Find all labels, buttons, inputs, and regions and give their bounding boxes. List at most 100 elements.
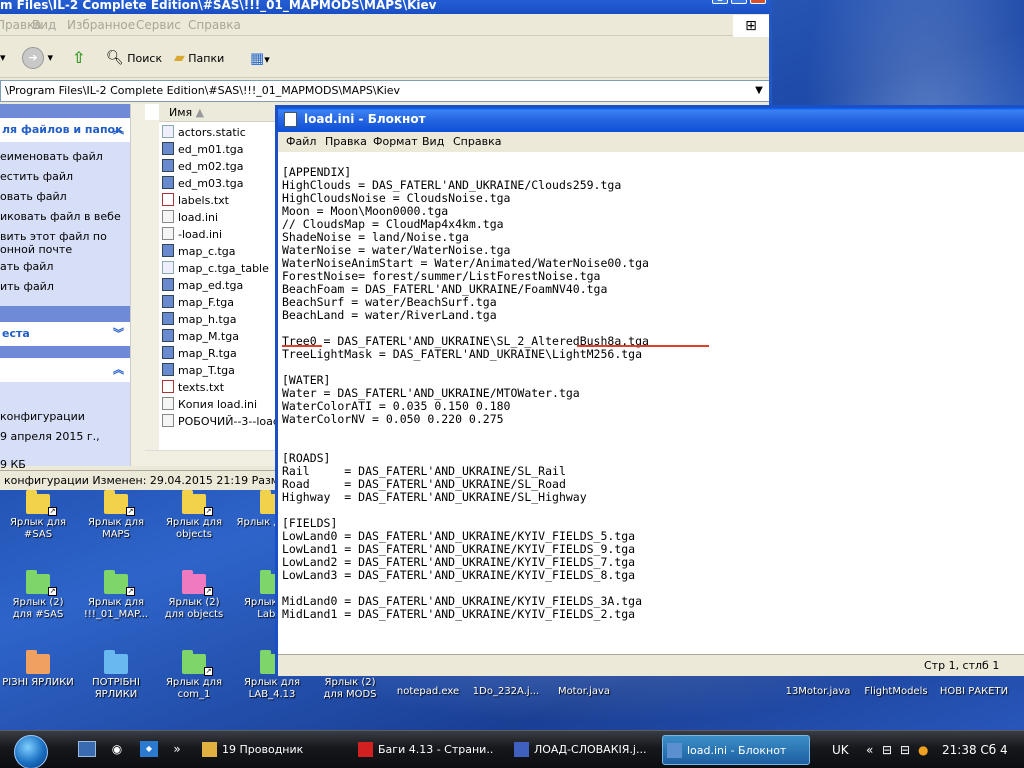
collapse-icon[interactable]: ︽ bbox=[113, 118, 124, 142]
browser-icon[interactable]: ◉ bbox=[108, 741, 126, 757]
power-icon[interactable]: ● bbox=[918, 735, 928, 765]
file-item[interactable]: ed_m01.tga bbox=[162, 142, 244, 158]
file-item[interactable]: Копия load.ini bbox=[162, 397, 257, 413]
file-item[interactable]: map_T.tga bbox=[162, 363, 235, 379]
details-date: 9 апреля 2015 г., bbox=[0, 430, 100, 443]
task-rename[interactable]: еименовать файл bbox=[0, 150, 103, 163]
other-places-header[interactable]: еста ︾ bbox=[0, 322, 130, 346]
views-button[interactable]: ▦▾ bbox=[250, 46, 270, 70]
menu-help[interactable]: Справка bbox=[188, 14, 241, 36]
search-button-label: Поиск bbox=[127, 52, 163, 65]
menu-view[interactable]: Вид bbox=[32, 14, 56, 36]
menu-help[interactable]: Справка bbox=[453, 132, 501, 152]
address-bar[interactable]: \Program Files\IL-2 Complete Edition\#SA… bbox=[0, 80, 769, 102]
file-item[interactable]: -load.ini bbox=[162, 227, 222, 243]
file-list-scrollbar[interactable] bbox=[145, 120, 159, 450]
chevron-down-icon[interactable]: ▼ bbox=[751, 81, 767, 101]
more-quicklaunch-icon[interactable]: » bbox=[168, 741, 186, 757]
desktop-icon[interactable]: ↗ Ярлык (2) для #SAS bbox=[2, 570, 74, 621]
folders-button[interactable]: ▰ Папки bbox=[174, 46, 224, 70]
menu-file[interactable]: Файл bbox=[286, 132, 316, 152]
start-button[interactable] bbox=[14, 735, 48, 768]
notepad-window[interactable]: load.ini - Блокнот Файл Правка Формат Ви… bbox=[275, 105, 1024, 676]
desktop-icon[interactable]: РІЗНІ ЯРЛИКИ bbox=[2, 650, 74, 689]
tray-expand-icon[interactable]: « bbox=[866, 735, 873, 765]
notepad-status-bar: Стр 1, стлб 1 bbox=[278, 654, 1024, 676]
task-move[interactable]: естить файл bbox=[0, 170, 73, 183]
desktop-icon[interactable]: НОВІ РАКЕТИ bbox=[938, 686, 1010, 698]
desktop-icon[interactable]: ↗ Ярлык для MAPS bbox=[80, 490, 152, 541]
task-pane-scrollbar[interactable] bbox=[130, 104, 145, 466]
task-delete[interactable]: ить файл bbox=[0, 280, 54, 293]
desktop-icon[interactable]: ↗ Ярлык для com_1 bbox=[158, 650, 230, 701]
desktop-icon[interactable]: ↗ Ярлык для #SAS bbox=[2, 490, 74, 541]
folder-icon: ↗ bbox=[104, 490, 135, 516]
clock[interactable]: 21:38 Сб 4 bbox=[942, 735, 1008, 765]
app-icon[interactable]: ◆ bbox=[140, 741, 158, 757]
menu-favorites[interactable]: Избранное bbox=[67, 14, 135, 36]
file-item[interactable]: map_c.tga_table bbox=[162, 261, 269, 277]
desktop-icon[interactable]: ↗ Ярлык для objects bbox=[158, 490, 230, 541]
file-item[interactable]: map_h.tga bbox=[162, 312, 236, 328]
collapse-icon[interactable]: ︽ bbox=[113, 358, 124, 382]
file-item[interactable]: actors.static bbox=[162, 125, 246, 141]
task-print[interactable]: ать файл bbox=[0, 260, 53, 273]
task-email-line2[interactable]: онной почте bbox=[0, 243, 72, 256]
file-list-hscrollbar[interactable] bbox=[145, 450, 275, 466]
app-icon bbox=[514, 742, 529, 757]
file-item[interactable]: map_F.tga bbox=[162, 295, 234, 311]
back-dropdown-icon[interactable]: ▾ bbox=[0, 46, 6, 70]
network-icon[interactable]: ⊟ bbox=[900, 735, 910, 765]
up-folder-icon[interactable]: ⇧ bbox=[72, 46, 85, 70]
menu-tools[interactable]: Сервис bbox=[136, 14, 181, 36]
desktop-icon[interactable]: Motor.java bbox=[548, 686, 620, 698]
expand-icon[interactable]: ︾ bbox=[113, 322, 124, 346]
shortcut-arrow-icon: ↗ bbox=[126, 507, 135, 516]
file-item[interactable]: load.ini bbox=[162, 210, 218, 226]
taskbar-button[interactable]: 19 Проводник bbox=[198, 735, 336, 765]
task-publish[interactable]: иковать файл в вебе bbox=[0, 210, 121, 223]
file-name: ed_m03.tga bbox=[178, 177, 244, 190]
network-icon[interactable]: ⊟ bbox=[882, 735, 892, 765]
menu-view[interactable]: Вид bbox=[422, 132, 444, 152]
desktop-icon[interactable]: ↗ Ярлык (2) для objects bbox=[158, 570, 230, 621]
close-button[interactable]: ✕ bbox=[750, 0, 766, 4]
file-item[interactable]: map_R.tga bbox=[162, 346, 237, 362]
menu-format[interactable]: Формат bbox=[373, 132, 418, 152]
explorer-title-bar[interactable]: m Files\IL-2 Complete Edition\#SAS\!!!_0… bbox=[0, 0, 769, 14]
file-item[interactable]: texts.txt bbox=[162, 380, 224, 396]
file-item[interactable]: map_c.tga bbox=[162, 244, 236, 260]
taskbar-button[interactable]: load.ini - Блокнот bbox=[662, 735, 810, 765]
desktop-icon[interactable]: ↗ Ярлык для !!!_01_MAP... bbox=[80, 570, 152, 621]
desktop-icon[interactable]: 13Motor.java bbox=[782, 686, 854, 698]
search-button[interactable]: 🔍︎ Поиск bbox=[106, 46, 162, 70]
forward-button[interactable]: ➔ ▾ bbox=[22, 46, 53, 70]
file-item[interactable]: labels.txt bbox=[162, 193, 229, 209]
desktop-icon[interactable]: FlightModels bbox=[860, 686, 932, 698]
details-header[interactable]: ︽ bbox=[0, 358, 130, 382]
desktop-icon-label: НОВІ РАКЕТИ bbox=[939, 686, 1009, 697]
file-item[interactable]: РОБОЧИЙ--3--load. bbox=[162, 414, 283, 430]
task-copy[interactable]: овать файл bbox=[0, 190, 67, 203]
task-email[interactable]: вить этот файл по bbox=[0, 230, 107, 243]
file-item[interactable]: ed_m02.tga bbox=[162, 159, 244, 175]
file-tasks-header[interactable]: ля файлов и папок ︽ bbox=[0, 118, 130, 142]
notepad-text-area[interactable]: [APPENDIX] HighClouds = DAS_FATERL'AND_U… bbox=[278, 152, 1024, 654]
taskbar: ◉ ◆ » 19 Проводник Баги 4.13 - Страни... Л… bbox=[0, 730, 1024, 768]
file-name: РОБОЧИЙ--3--load. bbox=[178, 415, 284, 428]
language-indicator[interactable]: UK bbox=[832, 735, 849, 765]
minimize-button[interactable]: _ bbox=[712, 0, 728, 4]
maximize-button[interactable]: □ bbox=[731, 0, 747, 4]
file-tasks-header-label: ля файлов и папок bbox=[2, 123, 123, 136]
taskbar-button[interactable]: Баги 4.13 - Страни... bbox=[354, 735, 494, 765]
desktop-icon[interactable]: ПОТРІБНІ ЯРЛИКИ bbox=[80, 650, 152, 701]
file-item[interactable]: map_M.tga bbox=[162, 329, 239, 345]
file-item[interactable]: ed_m03.tga bbox=[162, 176, 244, 192]
notepad-title-bar[interactable]: load.ini - Блокнот bbox=[278, 108, 1024, 132]
show-desktop-icon[interactable] bbox=[78, 741, 96, 757]
desktop-icon[interactable]: notepad.exe bbox=[392, 686, 464, 698]
menu-edit[interactable]: Правка bbox=[325, 132, 367, 152]
desktop-icon[interactable]: 1Do_232A.j... bbox=[470, 686, 542, 698]
taskbar-button[interactable]: ЛОАД-СЛОВАКІЯ.j... bbox=[510, 735, 656, 765]
file-item[interactable]: map_ed.tga bbox=[162, 278, 243, 294]
